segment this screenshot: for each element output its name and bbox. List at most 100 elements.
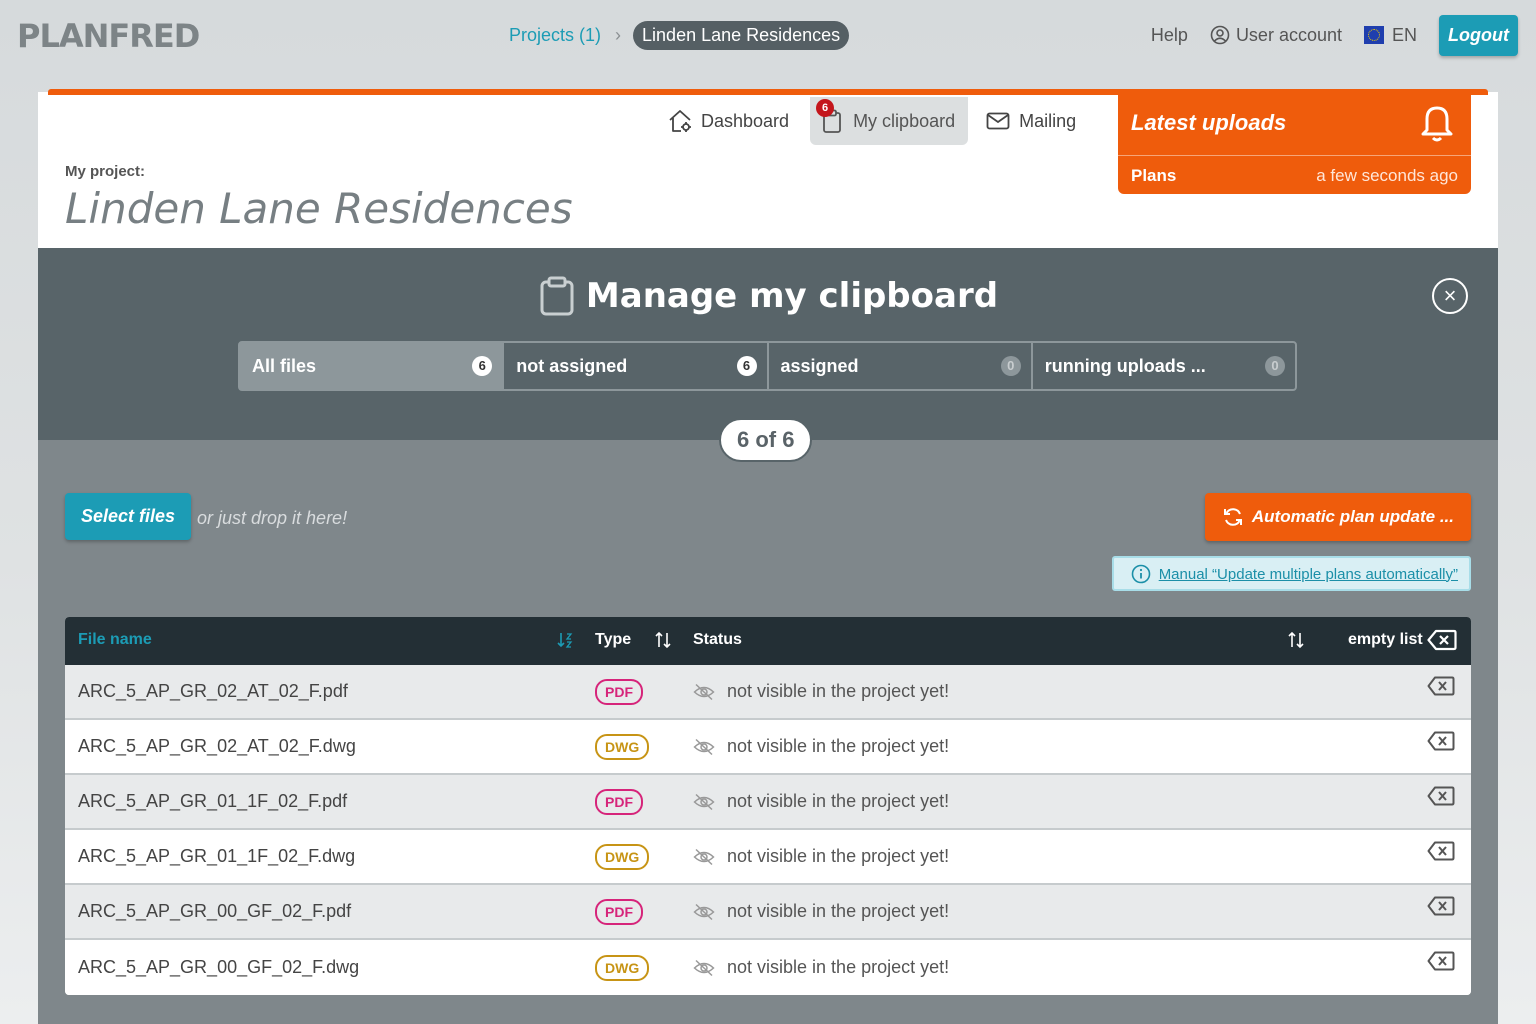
file-status-text: not visible in the project yet!: [727, 791, 950, 811]
file-status-text: not visible in the project yet!: [727, 681, 950, 701]
file-type-badge: PDF: [595, 898, 643, 925]
table-header: File name Type Status empty list: [65, 617, 1471, 665]
clipboard-heading: Manage my clipboard: [38, 276, 1498, 316]
clipboard-files-area: 6 of 6 Select files or just drop it here…: [38, 418, 1498, 1024]
latest-uploads-panel[interactable]: Latest uploads Plans a few seconds ago: [1118, 92, 1471, 194]
tab-mailing-label: Mailing: [1019, 110, 1077, 131]
filter-assigned[interactable]: assigned 0: [769, 343, 1033, 389]
column-type[interactable]: Type: [595, 631, 631, 649]
sort-icon[interactable]: [654, 631, 672, 654]
uploads-divider: [1118, 155, 1471, 156]
file-status: not visible in the project yet!: [693, 846, 949, 867]
user-account-link[interactable]: User account: [1210, 25, 1342, 46]
table-row[interactable]: ARC_5_AP_GR_02_AT_02_F.dwg DWG not visib…: [65, 720, 1471, 775]
project-title: Linden Lane Residences: [65, 184, 573, 233]
column-file-name[interactable]: File name: [78, 631, 152, 649]
file-type-badge: PDF: [595, 788, 643, 815]
eu-flag-icon: [1364, 26, 1384, 44]
table-row[interactable]: ARC_5_AP_GR_01_1F_02_F.pdf PDF not visib…: [65, 775, 1471, 830]
table-row[interactable]: ARC_5_AP_GR_01_1F_02_F.dwg DWG not visib…: [65, 830, 1471, 885]
file-name: ARC_5_AP_GR_00_GF_02_F.dwg: [78, 957, 360, 977]
latest-upload-item[interactable]: Plans: [1131, 166, 1176, 186]
file-status: not visible in the project yet!: [693, 957, 949, 978]
file-name: ARC_5_AP_GR_02_AT_02_F.pdf: [78, 681, 348, 701]
latest-uploads-title: Latest uploads: [1131, 110, 1287, 135]
tab-my-clipboard-label: My clipboard: [853, 110, 956, 131]
eye-off-icon: [693, 793, 715, 810]
latest-upload-time: a few seconds ago: [1316, 166, 1458, 185]
empty-list-label[interactable]: empty list: [1348, 631, 1423, 649]
automatic-plan-update-button[interactable]: Automatic plan update ...: [1204, 493, 1471, 541]
breadcrumb-current-project[interactable]: Linden Lane Residences: [633, 20, 850, 50]
user-account-label: User account: [1235, 24, 1342, 45]
tab-dashboard[interactable]: Dashboard: [658, 97, 802, 145]
filter-not-assigned[interactable]: not assigned 6: [504, 343, 769, 389]
tab-my-clipboard[interactable]: 6 My clipboard: [810, 97, 969, 145]
filter-count: 0: [1000, 356, 1021, 376]
file-type-badge: PDF: [595, 678, 643, 705]
language-label: EN: [1392, 24, 1418, 45]
drop-zone-hint: or just drop it here!: [197, 508, 348, 528]
file-status-text: not visible in the project yet!: [727, 901, 950, 921]
filter-count: 6: [736, 356, 757, 376]
select-files-button[interactable]: Select files: [65, 493, 192, 540]
file-counter-pill: 6 of 6: [719, 418, 813, 462]
clipboard-icon: [540, 276, 574, 316]
clipboard-count-badge: 6: [816, 99, 835, 117]
file-status-text: not visible in the project yet!: [727, 957, 950, 977]
file-status-text: not visible in the project yet!: [727, 846, 950, 866]
clipboard-files-table: File name Type Status empty list ARC_5_A…: [65, 617, 1471, 995]
column-status[interactable]: Status: [693, 631, 742, 649]
eye-off-icon: [693, 903, 715, 920]
sort-desc-icon[interactable]: [556, 631, 574, 654]
automatic-plan-update-label: Automatic plan update ...: [1251, 507, 1454, 526]
file-type-badge: DWG: [595, 733, 650, 760]
project-card: My project: Linden Lane Residences Dashb…: [38, 89, 1498, 1024]
remove-file-icon[interactable]: [1427, 676, 1455, 701]
filter-count: 0: [1265, 356, 1285, 376]
file-status: not visible in the project yet!: [693, 736, 949, 757]
filter-label: All files: [252, 355, 317, 376]
file-name: ARC_5_AP_GR_01_1F_02_F.dwg: [78, 846, 356, 866]
info-icon: [1131, 564, 1150, 584]
filter-running-uploads[interactable]: running uploads ... 0: [1033, 343, 1295, 389]
empty-list-icon[interactable]: [1427, 629, 1457, 656]
filter-count: 6: [472, 356, 493, 376]
tab-mailing[interactable]: Mailing: [976, 97, 1089, 145]
file-name: ARC_5_AP_GR_02_AT_02_F.dwg: [78, 736, 356, 756]
eye-off-icon: [693, 848, 715, 865]
file-status: not visible in the project yet!: [693, 681, 949, 702]
top-navigation: Help User account EN Logout: [1151, 14, 1518, 56]
remove-file-icon[interactable]: [1427, 896, 1455, 921]
file-name: ARC_5_AP_GR_00_GF_02_F.pdf: [78, 901, 352, 921]
tab-dashboard-label: Dashboard: [701, 110, 790, 131]
filter-label: not assigned: [516, 355, 628, 376]
sort-icon[interactable]: [1287, 631, 1305, 654]
help-link[interactable]: Help: [1151, 25, 1188, 46]
file-name: ARC_5_AP_GR_01_1F_02_F.pdf: [78, 791, 348, 811]
table-row[interactable]: ARC_5_AP_GR_02_AT_02_F.pdf PDF not visib…: [65, 665, 1471, 720]
home-gear-icon: [669, 110, 691, 132]
table-row[interactable]: ARC_5_AP_GR_00_GF_02_F.dwg DWG not visib…: [65, 940, 1471, 995]
close-icon[interactable]: ×: [1432, 278, 1468, 314]
remove-file-icon[interactable]: [1427, 841, 1455, 866]
breadcrumb-projects-link[interactable]: Projects (1): [509, 25, 601, 46]
user-circle-icon: [1210, 25, 1230, 45]
table-row[interactable]: ARC_5_AP_GR_00_GF_02_F.pdf PDF not visib…: [65, 885, 1471, 940]
filter-label: running uploads ...: [1044, 355, 1206, 376]
filter-all-files[interactable]: All files 6: [240, 343, 505, 389]
breadcrumb-separator-icon: ›: [615, 24, 622, 45]
planfred-logo[interactable]: PLANFRED: [17, 17, 200, 55]
remove-file-icon[interactable]: [1427, 786, 1455, 811]
remove-file-icon[interactable]: [1427, 731, 1455, 756]
bell-icon[interactable]: [1417, 100, 1457, 149]
remove-file-icon[interactable]: [1427, 951, 1455, 976]
language-selector[interactable]: EN: [1364, 25, 1417, 46]
manual-link[interactable]: Manual “Update multiple plans automatica…: [1159, 566, 1458, 583]
eye-off-icon: [693, 959, 715, 976]
logout-button[interactable]: Logout: [1439, 14, 1518, 56]
clipboard-panel: Manage my clipboard × All files 6 not as…: [38, 248, 1498, 440]
file-type-badge: DWG: [595, 843, 650, 870]
project-label: My project:: [65, 163, 146, 180]
file-status: not visible in the project yet!: [693, 791, 949, 812]
